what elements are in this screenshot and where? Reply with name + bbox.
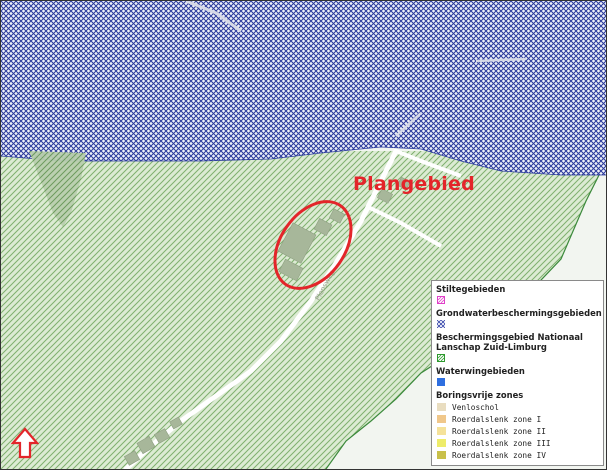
zone-label: Venloschol xyxy=(452,402,499,412)
north-arrow-icon xyxy=(11,427,39,459)
zone-swatch xyxy=(437,403,446,411)
legend-zone-row: Roerdalslenk zone III xyxy=(436,437,603,449)
zone-swatch xyxy=(437,439,446,447)
map-legend: Stiltegebieden Grondwaterbeschermingsgeb… xyxy=(431,280,604,466)
map-frame: Plensweg Plangebied Stiltegebieden Grond… xyxy=(0,0,607,470)
zone-label: Roerdalslenk zone I xyxy=(452,414,542,424)
legend-waterwingebieden-title: Waterwingebieden xyxy=(436,366,525,376)
legend-zone-row: Venloschol xyxy=(436,401,603,413)
legend-stiltegebieden-title: Stiltegebieden xyxy=(436,284,506,294)
blue-fill-icon xyxy=(437,378,445,386)
legend-grondwater-title: Grondwaterbeschermingsgebieden xyxy=(436,308,602,318)
grondwaterbescherming-area xyxy=(1,1,606,175)
legend-zone-row: Roerdalslenk zone I xyxy=(436,413,603,425)
legend-boringsvrije-title: Boringsvrije zones xyxy=(436,390,524,400)
legend-nationaal-landschap-title: Beschermingsgebied Nationaal Lanschap Zu… xyxy=(436,332,583,352)
plangebied-label: Plangebied xyxy=(353,173,475,195)
zone-swatch xyxy=(437,427,446,435)
green-hatch-icon xyxy=(437,354,445,362)
pink-hatch-icon xyxy=(437,296,445,304)
legend-zone-row: Roerdalslenk zone II xyxy=(436,425,603,437)
zone-label: Roerdalslenk zone IV xyxy=(452,450,546,460)
zone-swatch xyxy=(437,415,446,423)
blue-crosshatch-icon xyxy=(437,320,445,328)
legend-zone-list: Venloschol Roerdalslenk zone I Roerdalsl… xyxy=(436,401,603,461)
zone-label: Roerdalslenk zone II xyxy=(452,426,546,436)
zone-label: Roerdalslenk zone III xyxy=(452,438,551,448)
legend-zone-row: Roerdalslenk zone IV xyxy=(436,449,603,461)
zone-swatch xyxy=(437,451,446,459)
